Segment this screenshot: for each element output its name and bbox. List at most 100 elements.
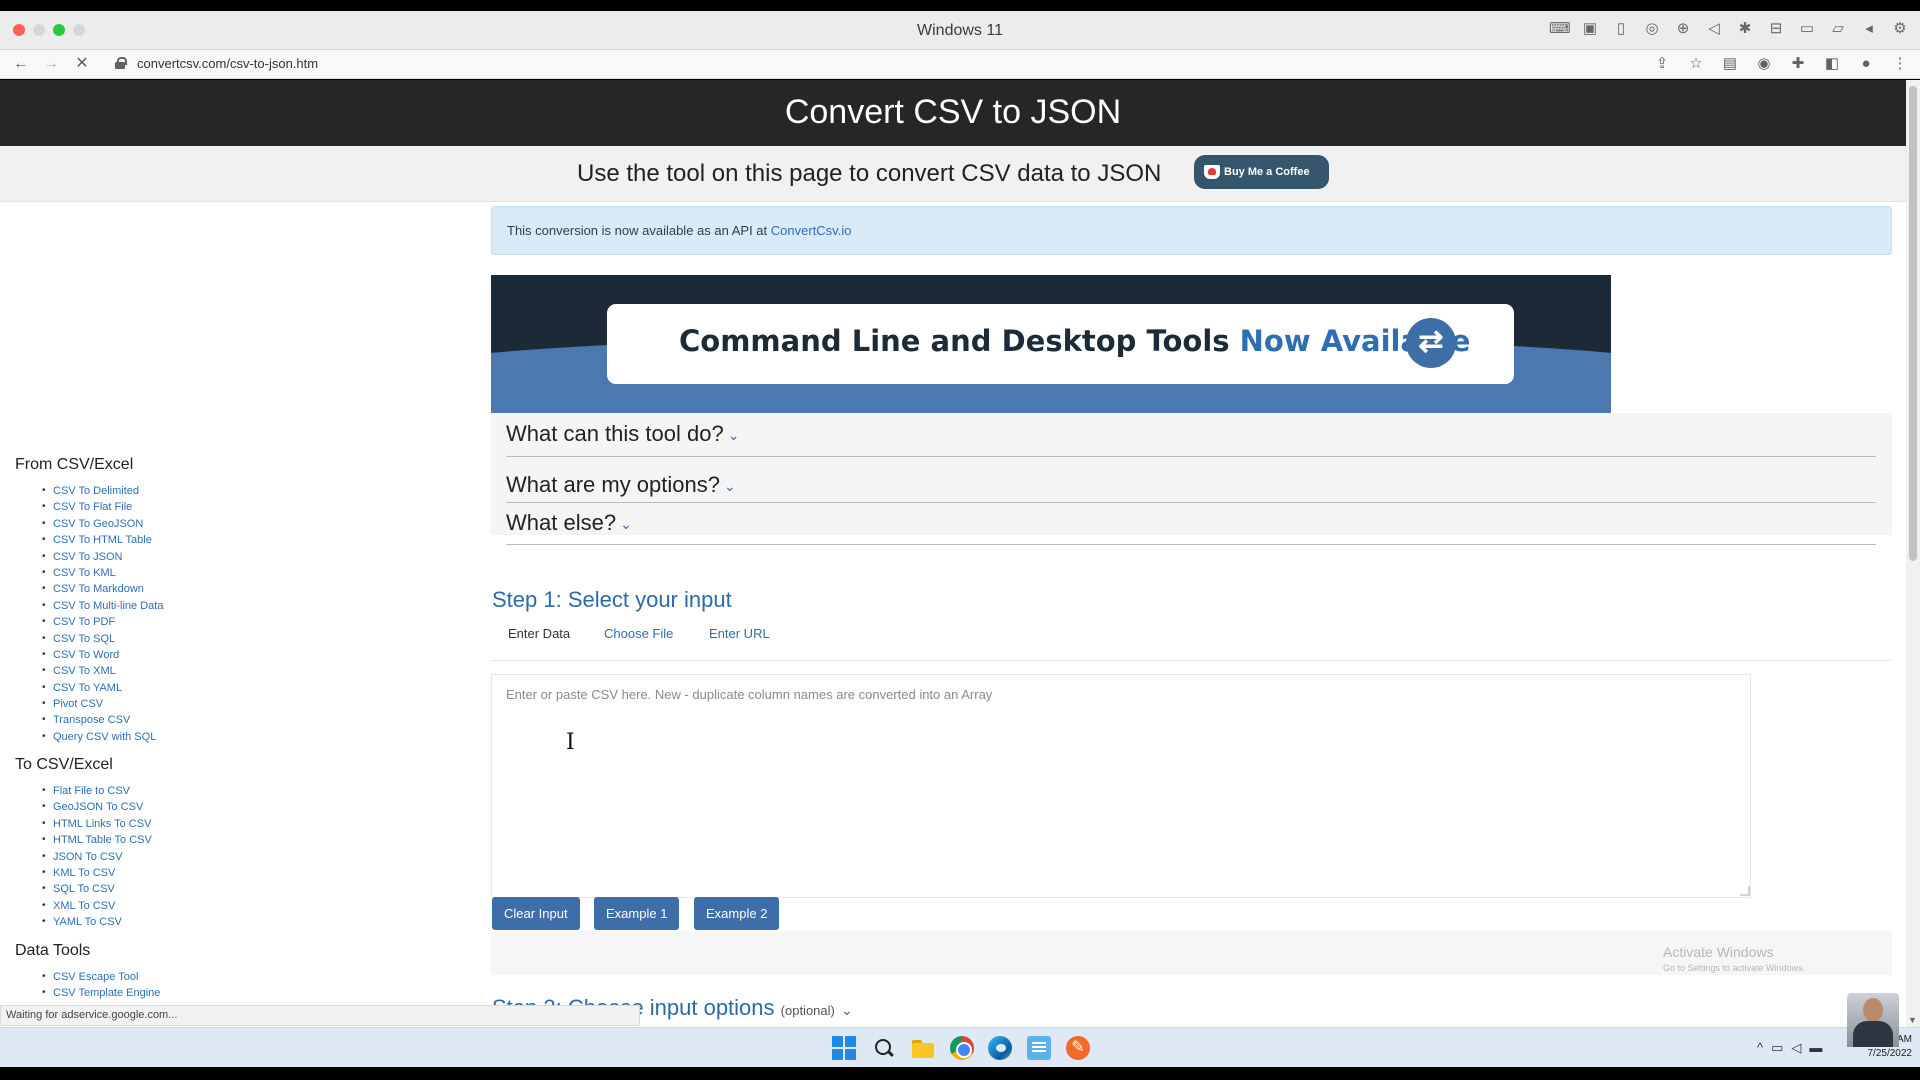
- sidebar-link[interactable]: Pivot CSV: [42, 696, 163, 713]
- accordion-what-can[interactable]: What can this tool do? ⌄: [506, 413, 1876, 457]
- profile-icon[interactable]: ●: [1856, 54, 1876, 74]
- webcam-avatar: [1847, 993, 1899, 1047]
- network-icon[interactable]: ◎: [1642, 19, 1662, 39]
- sidebar-link[interactable]: HTML Links To CSV: [42, 816, 152, 833]
- chevron-up-icon[interactable]: ^: [1757, 1040, 1763, 1056]
- windows-start-icon[interactable]: [832, 1036, 856, 1060]
- example-1-button[interactable]: Example 1: [594, 897, 680, 930]
- arrow-icon[interactable]: ◂: [1859, 19, 1879, 39]
- sidebar-link[interactable]: KML To CSV: [42, 865, 152, 882]
- sidebar-link[interactable]: CSV To Word: [42, 647, 163, 664]
- sidebar-link[interactable]: Query CSV with SQL: [42, 729, 163, 746]
- lock-icon[interactable]: [115, 57, 127, 69]
- monitor-icon[interactable]: ▭: [1771, 1040, 1783, 1056]
- volume-icon[interactable]: ◁: [1791, 1040, 1801, 1056]
- sidebar-link[interactable]: YAML To CSV: [42, 914, 152, 931]
- folder-icon[interactable]: ▱: [1828, 19, 1848, 39]
- extension-icon[interactable]: ▤: [1720, 54, 1740, 74]
- step2-optional: (optional): [780, 1003, 835, 1018]
- coffee-icon: [1204, 165, 1220, 179]
- step1-title: Step 1: Select your input: [492, 587, 732, 612]
- sidebar-link[interactable]: CSV To YAML: [42, 680, 163, 697]
- sidebar-link[interactable]: JSON To CSV: [42, 849, 152, 866]
- sidebar-heading: From CSV/Excel: [15, 456, 134, 473]
- globe-icon[interactable]: ⊕: [1673, 19, 1693, 39]
- sidebar-link[interactable]: CSV To Multi-line Data: [42, 598, 163, 615]
- chrome-icon[interactable]: [950, 1036, 974, 1060]
- api-notice: This conversion is now available as an A…: [491, 206, 1892, 255]
- accordion-label: What can this tool do?: [506, 421, 724, 446]
- search-icon[interactable]: [872, 1036, 896, 1060]
- sidebar-link[interactable]: XML To CSV: [42, 898, 152, 915]
- settings-icon[interactable]: ⚙: [1890, 19, 1910, 39]
- sidebar-link[interactable]: CSV To Markdown: [42, 581, 163, 598]
- sidepanel-icon[interactable]: ◧: [1822, 54, 1842, 74]
- sidebar-link[interactable]: CSV To Flat File: [42, 499, 163, 516]
- back-icon[interactable]: ←: [10, 53, 32, 75]
- chevron-down-icon: ⌄: [620, 515, 632, 532]
- taskbar: ^ ▭ ◁ ▬ AM 7/25/2022: [0, 1027, 1920, 1067]
- camera-icon[interactable]: ▭: [1797, 19, 1817, 39]
- puzzle-icon[interactable]: ✚: [1788, 54, 1808, 74]
- watermark-line1: Activate Windows: [1663, 944, 1774, 960]
- menu-icon[interactable]: ⋮: [1890, 54, 1910, 74]
- buy-me-a-coffee-button[interactable]: Buy Me a Coffee: [1194, 155, 1329, 189]
- accordion-label: What are my options?: [506, 472, 720, 497]
- sidebar-link[interactable]: SQL To CSV: [42, 881, 152, 898]
- tab-enter-data[interactable]: Enter Data: [508, 626, 570, 641]
- share-icon[interactable]: ⇪: [1652, 54, 1672, 74]
- file-explorer-icon[interactable]: [911, 1036, 935, 1060]
- sidebar-link[interactable]: Transpose CSV: [42, 712, 163, 729]
- edge-icon[interactable]: [988, 1036, 1012, 1060]
- notepad-icon[interactable]: [1027, 1036, 1051, 1060]
- api-link[interactable]: ConvertCsv.io: [771, 223, 852, 238]
- tab-divider: [491, 660, 1892, 661]
- printer-icon[interactable]: ⊟: [1766, 19, 1786, 39]
- sidebar-link[interactable]: Flat File to CSV: [42, 783, 152, 800]
- example-2-button[interactable]: Example 2: [694, 897, 780, 930]
- sidebar-link[interactable]: CSV To HTML Table: [42, 532, 163, 549]
- stop-icon[interactable]: ✕: [71, 53, 93, 75]
- display-icon[interactable]: ▣: [1580, 19, 1600, 39]
- tab-choose-file[interactable]: Choose File: [604, 626, 673, 641]
- forward-icon[interactable]: →: [40, 53, 62, 75]
- sidebar-link[interactable]: CSV To PDF: [42, 614, 163, 631]
- clear-input-button[interactable]: Clear Input: [492, 897, 580, 930]
- extension-icon[interactable]: ◉: [1754, 54, 1774, 74]
- address-bar[interactable]: convertcsv.com/csv-to-json.htm: [137, 56, 318, 71]
- csv-input[interactable]: [491, 674, 1751, 898]
- scroll-down-icon[interactable]: ▼: [1908, 1015, 1917, 1025]
- sidebar-link[interactable]: CSV To GeoJSON: [42, 516, 163, 533]
- battery-icon[interactable]: ▬: [1809, 1040, 1822, 1056]
- resize-handle[interactable]: [1740, 886, 1750, 896]
- text-cursor-icon: I: [566, 730, 575, 755]
- tab-enter-url[interactable]: Enter URL: [709, 626, 770, 641]
- bluetooth-icon[interactable]: ✱: [1735, 19, 1755, 39]
- sidebar-link[interactable]: CSV To Delimited: [42, 483, 163, 500]
- page-scrollbar[interactable]: ▼: [1906, 80, 1920, 1027]
- banner-text: Command Line and Desktop Tools Now Avail…: [679, 324, 1470, 358]
- brave-icon[interactable]: [1066, 1036, 1090, 1060]
- api-notice-text: This conversion is now available as an A…: [507, 223, 768, 238]
- accordion-options[interactable]: What are my options? ⌄: [506, 457, 1876, 503]
- sidebar-link[interactable]: CSV Escape Tool: [42, 969, 160, 986]
- star-icon[interactable]: ☆: [1686, 54, 1706, 74]
- sidebar-link[interactable]: CSV To XML: [42, 663, 163, 680]
- sidebar-link[interactable]: CSV To JSON: [42, 549, 163, 566]
- sidebar-list-from-csv: CSV To DelimitedCSV To Flat FileCSV To G…: [42, 483, 163, 746]
- sidebar-link[interactable]: CSV To KML: [42, 565, 163, 582]
- scrollbar-thumb[interactable]: [1909, 86, 1917, 561]
- menubar-icons: ⌨ ▣ ▯ ◎ ⊕ ◁ ✱ ⊟ ▭ ▱ ◂ ⚙: [1549, 19, 1910, 39]
- sidebar-link[interactable]: HTML Table To CSV: [42, 832, 152, 849]
- accordion-what-else[interactable]: What else? ⌄: [506, 503, 1876, 545]
- banner-box: Command Line and Desktop Tools Now Avail…: [607, 304, 1514, 384]
- usb-icon[interactable]: ▯: [1611, 19, 1631, 39]
- volume-icon[interactable]: ◁: [1704, 19, 1724, 39]
- coffee-button-label: Buy Me a Coffee: [1224, 166, 1310, 178]
- activate-windows-watermark: Activate Windows Go to Settings to activ…: [1663, 944, 1805, 973]
- keyboard-icon[interactable]: ⌨: [1549, 19, 1571, 39]
- sidebar-link[interactable]: GeoJSON To CSV: [42, 799, 152, 816]
- sidebar-link[interactable]: CSV To SQL: [42, 631, 163, 648]
- desktop-tools-banner[interactable]: Command Line and Desktop Tools Now Avail…: [491, 275, 1611, 413]
- sidebar-link[interactable]: CSV Template Engine: [42, 985, 160, 1002]
